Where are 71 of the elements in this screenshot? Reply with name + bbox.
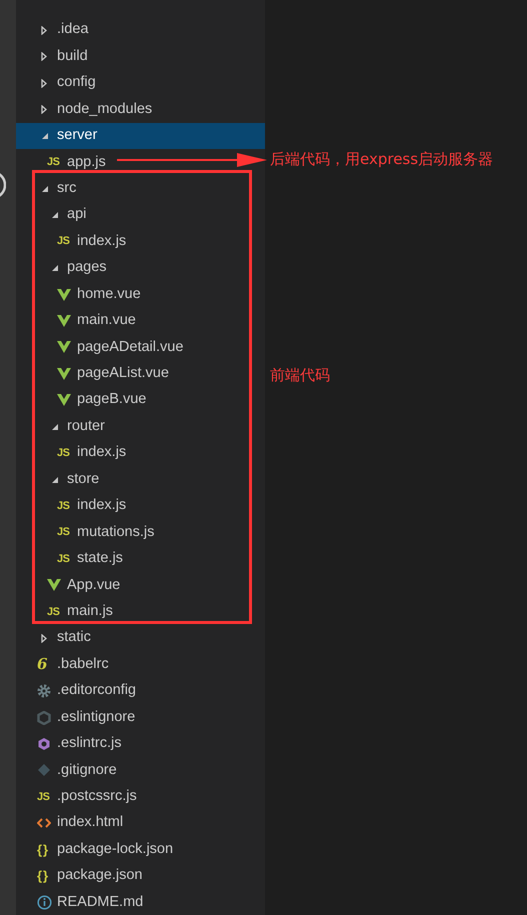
js-file-icon: JS [47, 604, 60, 620]
folder-item[interactable]: pages [16, 254, 111, 282]
folder-item[interactable]: node_modules [16, 96, 156, 123]
file-item[interactable]: JS index.js [16, 440, 130, 466]
vue-file-icon [57, 368, 71, 380]
folder-item[interactable]: static [16, 625, 95, 652]
js-file-icon: JS [57, 550, 70, 568]
chevron-down-icon[interactable] [51, 211, 59, 220]
folder-item[interactable]: src [16, 176, 80, 202]
annotation-text: 前端代码 [270, 365, 330, 386]
file-item[interactable]: .eslintrc.js [16, 730, 126, 758]
file-item[interactable]: pageADetail.vue [16, 334, 188, 361]
folder-item[interactable]: .idea [16, 17, 92, 44]
file-item[interactable]: {} package.json [16, 863, 146, 890]
file-item[interactable]: 6 .babelrc [16, 652, 113, 678]
folder-item[interactable]: store [16, 466, 104, 493]
js-file-icon: JS [37, 788, 50, 806]
file-item[interactable]: JS app.js [16, 149, 110, 176]
json-file-icon: {} [37, 866, 50, 886]
js-file-icon: JS [57, 444, 70, 462]
file-item[interactable]: .eslintignore [16, 704, 140, 731]
file-item[interactable]: pageB.vue [16, 387, 150, 414]
js-file-icon: JS [57, 524, 70, 541]
chevron-right-icon[interactable] [41, 634, 47, 643]
chevron-right-icon[interactable] [41, 78, 47, 88]
folder-item[interactable]: config [16, 70, 100, 96]
file-item[interactable]: .gitignore [16, 757, 121, 784]
chevron-down-icon[interactable] [51, 422, 59, 431]
file-item[interactable]: pageAList.vue [16, 360, 173, 388]
chevron-right-icon[interactable] [41, 26, 47, 35]
file-item[interactable]: README.md [16, 889, 148, 915]
vue-file-icon [57, 341, 71, 354]
folder-item[interactable]: build [16, 43, 92, 70]
annotation-text: 后端代码，用express启动服务器 [270, 149, 494, 170]
js-file-icon: JS [47, 154, 60, 171]
js-file-icon: JS [57, 233, 70, 250]
js-file-icon: JS [57, 498, 70, 514]
file-item[interactable]: JS index.js [16, 492, 130, 520]
chevron-down-icon[interactable] [41, 184, 49, 193]
file-item[interactable]: main.vue [16, 308, 140, 334]
vue-file-icon [47, 579, 61, 592]
gear-icon [37, 684, 51, 698]
chevron-right-icon[interactable] [41, 105, 47, 114]
json-file-icon: {} [37, 840, 50, 860]
file-item[interactable]: App.vue [16, 572, 124, 599]
folder-item[interactable]: server [16, 122, 265, 150]
diamond-icon [37, 763, 51, 778]
file-item[interactable]: JS index.js [16, 228, 130, 255]
hexagon-icon [37, 710, 51, 725]
account-icon[interactable] [0, 171, 6, 199]
hexagon-icon [37, 737, 51, 752]
vue-file-icon [57, 288, 71, 301]
file-item[interactable]: .editorconfig [16, 678, 140, 704]
file-item[interactable]: JS state.js [16, 546, 127, 572]
vue-file-icon [57, 315, 71, 328]
chevron-down-icon[interactable] [51, 264, 59, 272]
info-icon [37, 895, 52, 910]
file-item[interactable]: index.html [16, 810, 128, 837]
folder-item[interactable]: router [16, 414, 109, 440]
code-brackets-icon [37, 817, 51, 830]
chevron-right-icon[interactable] [41, 52, 47, 62]
vue-file-icon [57, 394, 71, 406]
file-item[interactable]: JS .postcssrc.js [16, 784, 141, 810]
chevron-down-icon[interactable] [51, 476, 59, 484]
babel-file-icon: 6 [37, 653, 48, 676]
file-item[interactable]: {} package-lock.json [16, 836, 178, 863]
chevron-down-icon[interactable] [41, 132, 49, 140]
file-item[interactable]: JS mutations.js [16, 519, 158, 546]
folder-item[interactable]: api [16, 202, 90, 228]
file-item[interactable]: home.vue [16, 281, 145, 308]
file-item[interactable]: JS main.js [16, 598, 117, 626]
